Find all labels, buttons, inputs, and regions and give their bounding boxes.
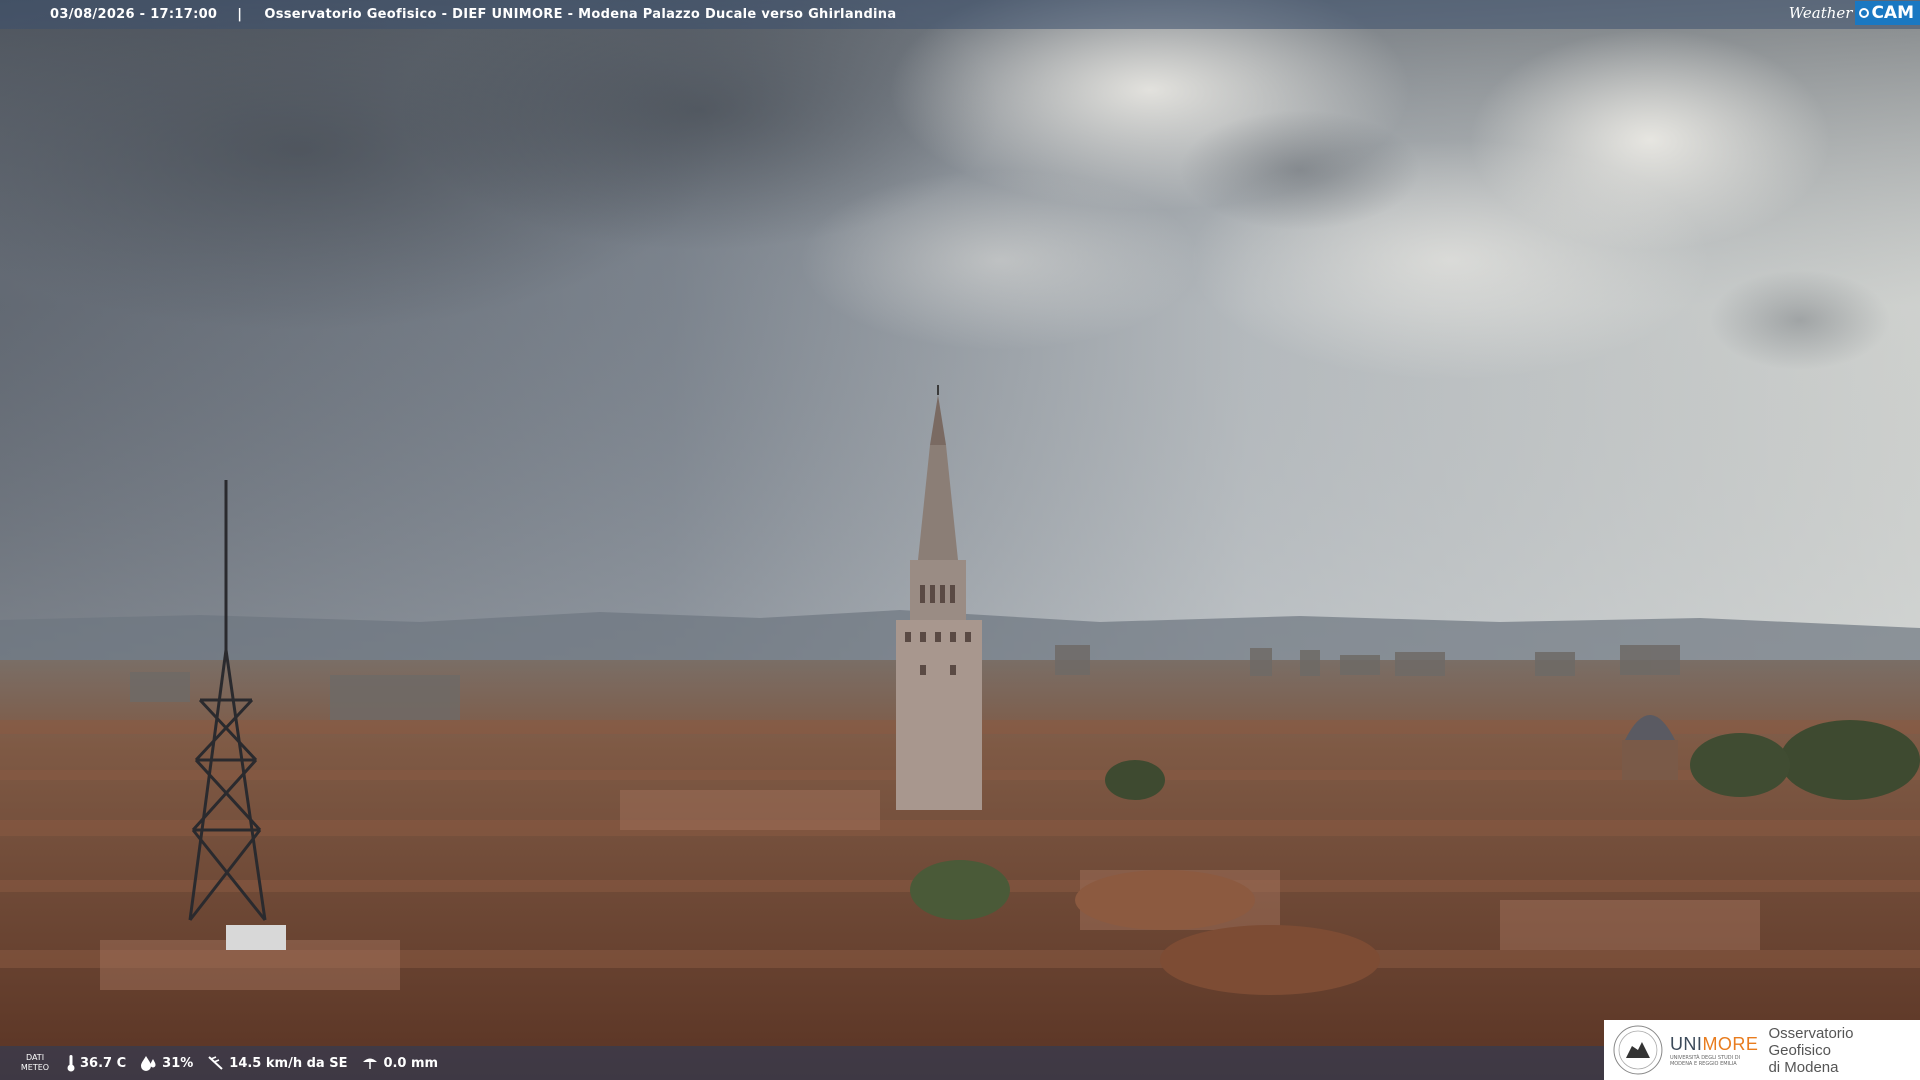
observatory-name: Osservatorio Geofisico di Modena [1768, 1024, 1854, 1076]
wind-icon [208, 1056, 223, 1070]
rain-icon [363, 1058, 378, 1069]
rain-value: 0.0 mm [383, 1055, 439, 1071]
timestamp: 03/08/2026 - 17:17:00 [50, 7, 218, 22]
brand-cam-box: CAM [1855, 1, 1920, 25]
separator: | [237, 7, 243, 22]
top-info-bar: 03/08/2026 - 17:17:00 | Osservatorio Geo… [0, 0, 1920, 29]
thermometer-icon [67, 1055, 75, 1072]
brand-weather: Weather [1788, 4, 1853, 22]
temperature-reading: 36.7 C [66, 1054, 126, 1072]
unimore-wordmark: UNIMORE UNIVERSITÀ DEGLI STUDI DI MODENA… [1670, 1034, 1759, 1067]
humidity-icon [141, 1056, 156, 1071]
unimore-seal-icon [1613, 1025, 1663, 1075]
unimore-subtitle: UNIVERSITÀ DEGLI STUDI DI MODENA E REGGI… [1669, 1054, 1741, 1067]
cam-icon [1859, 8, 1870, 18]
brand-cam: CAM [1871, 3, 1914, 23]
humidity-value: 31% [162, 1055, 194, 1071]
weathercam-logo: Weather CAM [1789, 0, 1920, 26]
wind-reading: 14.5 km/h da SE [207, 1055, 347, 1071]
weather-data-label: DATI METEO [20, 1053, 50, 1072]
wind-value: 14.5 km/h da SE [229, 1055, 348, 1071]
rain-reading: 0.0 mm [361, 1055, 438, 1071]
camera-location: Osservatorio Geofisico - DIEF UNIMORE - … [264, 7, 897, 22]
webcam-image [0, 0, 1920, 1080]
temperature-value: 36.7 C [80, 1055, 127, 1071]
humidity-reading: 31% [140, 1055, 193, 1071]
unimore-logo-panel: UNIMORE UNIVERSITÀ DEGLI STUDI DI MODENA… [1604, 1020, 1920, 1080]
unimore-name: UNIMORE [1669, 1033, 1759, 1054]
weather-data-bar: DATI METEO 36.7 C 31% 14.5 km/h da SE 0.… [0, 1046, 1604, 1080]
